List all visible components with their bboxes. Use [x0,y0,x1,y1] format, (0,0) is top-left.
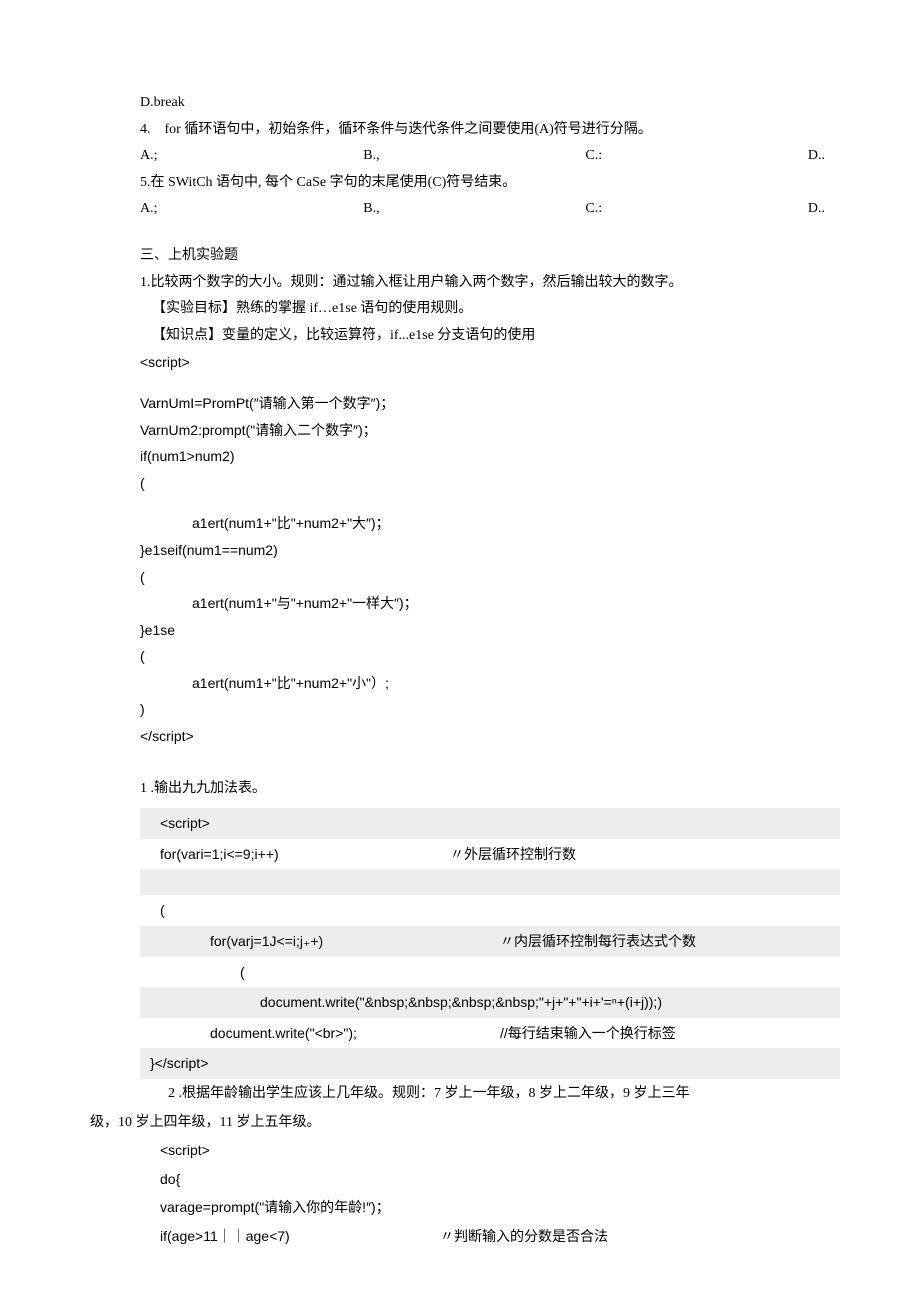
code2-r7b: //每行结束输入一个换行标签 [500,1020,676,1047]
code3-r4b: 〃判断输入的分数是否合法 [440,1223,608,1250]
q5-options: A.; B., C.: D.. [140,196,840,223]
code1-l8: ( [140,564,840,591]
q5-text: 5.在 SWitCh 语句中, 每个 CaSe 字句的末尾使用(C)符号结束。 [140,170,840,197]
q5-opt-a: A.; [140,196,158,223]
code3-r1: <script> [160,1137,210,1164]
q4-opt-a: A.; [140,143,158,170]
code1-l9: a1ert(num1+"与"+num2+"一样大″)； [140,590,840,617]
section3-title: 三、上机实验题 [140,243,840,270]
code2-r6: document.write("&nbsp;&nbsp;&nbsp;&nbsp;… [160,989,662,1016]
code1-l11: ( [140,643,840,670]
code2-r2b: 〃外层循环控制行数 [450,841,576,868]
ex2-p2: 级，10 岁上四年级，11 岁上五年级。 [90,1110,840,1137]
ex1-text: 1 .输出九九加法表。 [140,776,840,803]
code3-r3: varage=prompt("请输入你的年龄!″)； [160,1194,390,1221]
code1-l1: <script> [140,349,840,376]
q5-opt-b: B., [363,196,379,223]
code2-r2a: for(vari=1;i<=9;i++) [160,841,450,868]
code1-l13: ) [140,696,840,723]
code2-r7a: document.write("<br>"); [160,1020,500,1047]
section3-know: 【知识点】变量的定义，比较运算符，if...e1se 分支语句的使用 [140,323,840,350]
section3-goal: 【实验目标】熟练的掌握 if…e1se 语句的使用规则。 [140,296,840,323]
code3-r4a: if(age>11｜｜age<7) [160,1223,440,1250]
code2-r3: ( [160,897,165,924]
code-block-1: <script> VarnUmI=PromPt(″请输入第一个数字″)； Var… [140,349,840,749]
code1-l2: VarnUmI=PromPt(″请输入第一个数字″)； [140,390,840,417]
code1-l5: ( [140,470,840,497]
code-block-3: <script> do{ varage=prompt("请输入你的年龄!″)； … [140,1136,840,1250]
q5-opt-c: C.: [585,196,602,223]
code2-r5: ( [160,959,245,986]
code1-l14: </script> [140,723,840,750]
q5-opt-d: D.. [808,196,825,223]
code1-l7: }e1seif(num1==num2) [140,537,840,564]
q4-opt-b: B., [363,143,379,170]
code1-l6: a1ert(num1+"比"+num2+"大″)； [140,510,840,537]
q3-option-d: D.break [140,90,840,117]
code2-r4a: for(varj=1J<=i;j₊+) [160,928,500,955]
code2-r8: }</script> [150,1050,208,1077]
q4-options: A.; B., C.: D.. [140,143,840,170]
code2-r1: <script> [160,810,450,837]
section3-p1: 1.比较两个数字的大小。规则：通过输入框让用户输入两个数字，然后输出较大的数字。 [140,270,840,297]
q4-opt-c: C.: [585,143,602,170]
code1-l12: a1ert(num1+"比"+num2+"小"）; [140,670,840,697]
q4-text: 4. for 循环语句中，初始条件，循环条件与迭代条件之间要使用(A)符号进行分… [140,117,840,144]
code2-r4b: 〃内层循环控制每行表达式个数 [500,928,696,955]
code1-l10: }e1se [140,617,840,644]
code3-r2: do{ [160,1166,180,1193]
code1-l4: if(num1>num2) [140,443,840,470]
q4-opt-d: D.. [808,143,825,170]
ex2-p1: 2 .根据年龄输出学生应该上几年级。规则：7 岁上一年级，8 岁上二年级，9 岁… [140,1081,840,1108]
code1-l3: VarnUm2:prompt("请输入二个数字″)； [140,417,840,444]
code-block-2: <script> for(vari=1;i<=9;i++)〃外层循环控制行数 (… [140,808,840,1079]
